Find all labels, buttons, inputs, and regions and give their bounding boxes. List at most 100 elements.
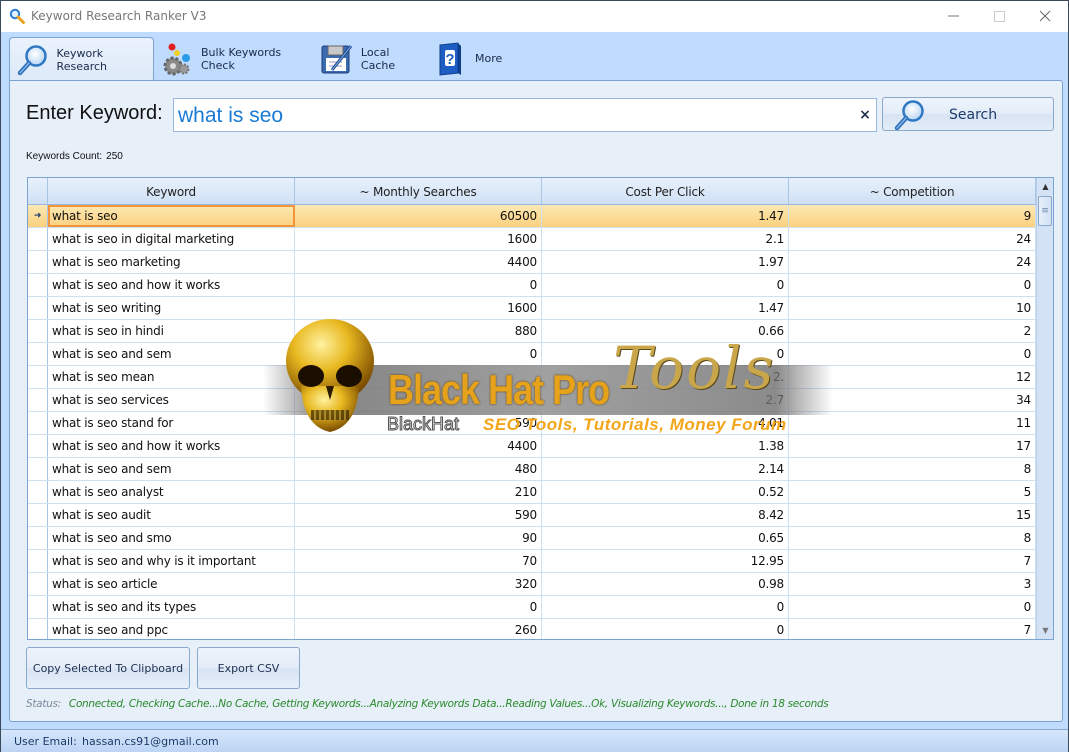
cost-per-click-cell[interactable]: 1.47	[542, 205, 789, 227]
keyword-cell[interactable]: what is seo in hindi	[48, 320, 295, 342]
cost-per-click-cell[interactable]: 12.95	[542, 550, 789, 572]
column-header-keyword[interactable]: Keyword	[48, 178, 295, 205]
competition-cell[interactable]: 0	[789, 343, 1036, 365]
keyword-cell[interactable]: what is seo audit	[48, 504, 295, 526]
scroll-up-icon[interactable]: ▲	[1037, 178, 1053, 195]
monthly-searches-cell[interactable]: 60500	[295, 205, 542, 227]
table-row[interactable]: what is seo article 320 0.98 3	[28, 573, 1036, 596]
keyword-cell[interactable]: what is seo	[48, 205, 295, 227]
row-selected-indicator-icon[interactable]: ➜	[28, 205, 48, 227]
keyword-input-box[interactable]: ×	[173, 98, 877, 132]
search-button[interactable]: Search	[882, 97, 1054, 131]
competition-cell[interactable]: 17	[789, 435, 1036, 457]
table-row[interactable]: what is seo and its types 0 0 0	[28, 596, 1036, 619]
export-csv-button[interactable]: Export CSV	[197, 647, 300, 689]
monthly-searches-cell[interactable]: 1600	[295, 228, 542, 250]
monthly-searches-cell[interactable]	[295, 389, 542, 411]
copy-selected-button[interactable]: Copy Selected To Clipboard	[26, 647, 190, 689]
row-indicator[interactable]	[28, 412, 48, 434]
monthly-searches-cell[interactable]: 320	[295, 573, 542, 595]
competition-cell[interactable]: 11	[789, 412, 1036, 434]
cost-per-click-cell[interactable]: 2.7	[542, 389, 789, 411]
cost-per-click-cell[interactable]: 0.65	[542, 527, 789, 549]
row-indicator[interactable]	[28, 274, 48, 296]
competition-cell[interactable]: 7	[789, 550, 1036, 572]
competition-cell[interactable]: 7	[789, 619, 1036, 639]
row-indicator[interactable]	[28, 251, 48, 273]
row-indicator[interactable]	[28, 527, 48, 549]
keyword-cell[interactable]: what is seo and smo	[48, 527, 295, 549]
row-indicator[interactable]	[28, 435, 48, 457]
competition-cell[interactable]: 9	[789, 205, 1036, 227]
maximize-button[interactable]	[976, 1, 1022, 31]
cost-per-click-cell[interactable]: 0	[542, 343, 789, 365]
row-indicator[interactable]	[28, 550, 48, 572]
monthly-searches-cell[interactable]: 0	[295, 596, 542, 618]
table-row[interactable]: what is seo and sem 0 0 0	[28, 343, 1036, 366]
cost-per-click-cell[interactable]: 1.47	[542, 297, 789, 319]
table-row[interactable]: what is seo stand for 590 4.01 11	[28, 412, 1036, 435]
keyword-cell[interactable]: what is seo writing	[48, 297, 295, 319]
monthly-searches-cell[interactable]: 480	[295, 458, 542, 480]
keyword-cell[interactable]: what is seo and how it works	[48, 435, 295, 457]
monthly-searches-cell[interactable]: 4400	[295, 251, 542, 273]
keyword-cell[interactable]: what is seo analyst	[48, 481, 295, 503]
vertical-scrollbar[interactable]: ▲ ≡ ▼	[1036, 178, 1053, 639]
table-row[interactable]: what is seo and smo 90 0.65 8	[28, 527, 1036, 550]
competition-cell[interactable]: 15	[789, 504, 1036, 526]
row-indicator[interactable]	[28, 573, 48, 595]
keyword-cell[interactable]: what is seo and how it works	[48, 274, 295, 296]
tab-bulk-keywords-check[interactable]: Bulk Keywords Check	[157, 37, 317, 80]
keyword-cell[interactable]: what is seo mean	[48, 366, 295, 388]
competition-cell[interactable]: 5	[789, 481, 1036, 503]
keyword-cell[interactable]: what is seo article	[48, 573, 295, 595]
keyword-cell[interactable]: what is seo in digital marketing	[48, 228, 295, 250]
cost-per-click-cell[interactable]: 0.98	[542, 573, 789, 595]
scroll-down-icon[interactable]: ▼	[1037, 622, 1053, 639]
close-button[interactable]	[1022, 1, 1068, 31]
row-indicator[interactable]	[28, 320, 48, 342]
tab-keyword-research[interactable]: Keywork Research	[9, 37, 154, 81]
cost-per-click-cell[interactable]: 0.52	[542, 481, 789, 503]
table-row[interactable]: what is seo services 2.7 34	[28, 389, 1036, 412]
monthly-searches-cell[interactable]: 0	[295, 274, 542, 296]
monthly-searches-cell[interactable]: 590	[295, 504, 542, 526]
cost-per-click-cell[interactable]: 2.1	[542, 228, 789, 250]
monthly-searches-cell[interactable]: 260	[295, 619, 542, 639]
monthly-searches-cell[interactable]: 590	[295, 412, 542, 434]
monthly-searches-cell[interactable]: 70	[295, 550, 542, 572]
row-indicator[interactable]	[28, 619, 48, 639]
table-row[interactable]: what is seo and how it works 0 0 0	[28, 274, 1036, 297]
keyword-cell[interactable]: what is seo stand for	[48, 412, 295, 434]
minimize-button[interactable]	[930, 1, 976, 31]
table-row[interactable]: what is seo marketing 4400 1.97 24	[28, 251, 1036, 274]
table-row[interactable]: ➜ what is seo 60500 1.47 9	[28, 205, 1036, 228]
row-indicator[interactable]	[28, 297, 48, 319]
column-header-monthly-searches[interactable]: ~ Monthly Searches	[295, 178, 542, 205]
keyword-cell[interactable]: what is seo and its types	[48, 596, 295, 618]
keyword-input[interactable]	[178, 103, 838, 129]
keyword-cell[interactable]: what is seo and sem	[48, 343, 295, 365]
tab-local-cache[interactable]: Local Cache	[317, 37, 427, 80]
competition-cell[interactable]: 0	[789, 596, 1036, 618]
keyword-cell[interactable]: what is seo services	[48, 389, 295, 411]
row-indicator[interactable]	[28, 389, 48, 411]
cost-per-click-cell[interactable]: 0	[542, 274, 789, 296]
table-row[interactable]: what is seo mean 2. 12	[28, 366, 1036, 389]
tab-more[interactable]: ? More	[431, 37, 521, 80]
row-indicator[interactable]	[28, 504, 48, 526]
scroll-thumb[interactable]: ≡	[1038, 196, 1052, 226]
row-indicator[interactable]	[28, 228, 48, 250]
competition-cell[interactable]: 0	[789, 274, 1036, 296]
competition-cell[interactable]: 24	[789, 228, 1036, 250]
table-row[interactable]: what is seo analyst 210 0.52 5	[28, 481, 1036, 504]
keyword-cell[interactable]: what is seo and ppc	[48, 619, 295, 639]
cost-per-click-cell[interactable]: 8.42	[542, 504, 789, 526]
row-indicator[interactable]	[28, 366, 48, 388]
table-row[interactable]: what is seo and sem 480 2.14 8	[28, 458, 1036, 481]
cost-per-click-cell[interactable]: 1.97	[542, 251, 789, 273]
cost-per-click-cell[interactable]: 0	[542, 596, 789, 618]
monthly-searches-cell[interactable]: 0	[295, 343, 542, 365]
cost-per-click-cell[interactable]: 4.01	[542, 412, 789, 434]
cost-per-click-cell[interactable]: 0.66	[542, 320, 789, 342]
